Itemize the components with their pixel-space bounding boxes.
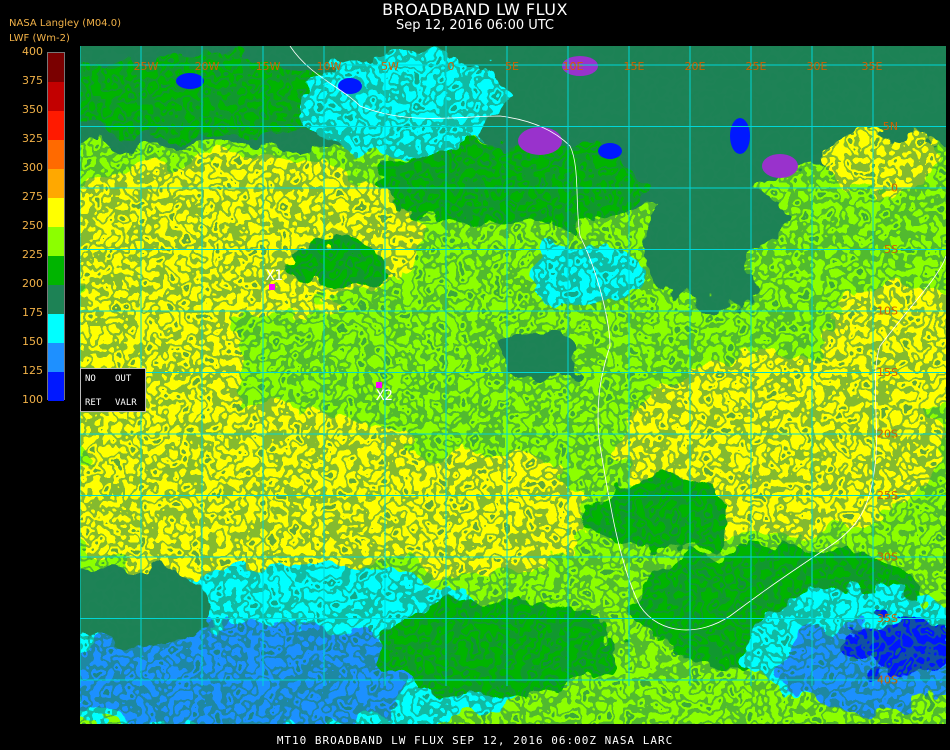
longitude-label: 25W	[134, 60, 159, 73]
map-title: BROADBAND LW FLUX	[382, 0, 568, 19]
legend-tick-label: 275	[22, 190, 43, 203]
legend-swatch	[48, 198, 64, 227]
legend-swatch	[48, 372, 64, 401]
legend-swatch	[48, 82, 64, 111]
legend-swatch	[48, 256, 64, 285]
legend-tick-label: 150	[22, 335, 43, 348]
longitude-label: 25E	[746, 60, 767, 73]
legend-tick-label: 375	[22, 74, 43, 87]
org-name: NASA Langley (M04.0)	[9, 18, 121, 29]
flux-map-svg: 25W 20W 15W 10W 5W 0 5E 10E 15E 20E 25E 30E 35E 5N 0 5S…	[80, 46, 946, 724]
longitude-label: 35E	[862, 60, 883, 73]
latitude-label: 5N	[883, 120, 898, 133]
legend-tick-label: 300	[22, 161, 43, 174]
longitude-label: 20E	[685, 60, 706, 73]
legend-swatch	[48, 111, 64, 140]
latitude-label: 35S	[877, 612, 898, 625]
legend-tick-label: 200	[22, 277, 43, 290]
legend-swatch	[48, 285, 64, 314]
longitude-label: 15W	[256, 60, 281, 73]
control-panel: NO OUT RET VALR	[80, 368, 146, 412]
valr-button[interactable]: VALR	[115, 398, 137, 408]
no-button[interactable]: NO	[85, 374, 96, 384]
longitude-label: 15E	[624, 60, 645, 73]
marker-x2-label: X2	[376, 388, 393, 404]
footer-caption: MT10 BROADBAND LW FLUX SEP 12, 2016 06:0…	[276, 734, 674, 747]
latitude-label: 15S	[877, 366, 898, 379]
map-timestamp: Sep 12, 2016 06:00 UTC	[395, 18, 555, 33]
marker-x1-label: X1	[266, 268, 283, 284]
legend-tick-label: 400	[22, 45, 43, 58]
legend-tick-label: 100	[22, 393, 43, 406]
marker-x1[interactable]	[269, 284, 275, 290]
longitude-label: 30E	[807, 60, 828, 73]
legend-tick-label: 175	[22, 306, 43, 319]
legend-swatch	[48, 140, 64, 169]
legend-swatch	[48, 343, 64, 372]
longitude-label: 10W	[317, 60, 342, 73]
legend-tick-label: 325	[22, 132, 43, 145]
legend-swatch	[48, 227, 64, 256]
ret-button[interactable]: RET	[85, 398, 101, 408]
color-legend	[47, 52, 65, 401]
longitude-label: 0	[448, 60, 455, 73]
legend-swatch	[48, 169, 64, 198]
legend-tick-label: 225	[22, 248, 43, 261]
latitude-label: 40S	[877, 674, 898, 687]
flux-map[interactable]: 25W 20W 15W 10W 5W 0 5E 10E 15E 20E 25E 30E 35E 5N 0 5S…	[80, 46, 946, 724]
legend-tick-label: 350	[22, 103, 43, 116]
latitude-label: 5S	[884, 243, 898, 256]
legend-tick-label: 250	[22, 219, 43, 232]
out-button[interactable]: OUT	[115, 374, 131, 384]
longitude-label: 10E	[563, 60, 584, 73]
legend-unit-label: LWF (Wm-2)	[9, 33, 70, 44]
longitude-label: 5W	[381, 60, 399, 73]
latitude-label: 20S	[877, 428, 898, 441]
latitude-label: 0	[891, 182, 898, 195]
legend-swatch	[48, 53, 64, 82]
legend-swatch	[48, 314, 64, 343]
latitude-label: 10S	[877, 305, 898, 318]
legend-tick-label: 125	[22, 364, 43, 377]
latitude-label: 25S	[877, 489, 898, 502]
longitude-label: 5E	[505, 60, 519, 73]
longitude-label: 20W	[195, 60, 220, 73]
latitude-label: 30S	[877, 551, 898, 564]
